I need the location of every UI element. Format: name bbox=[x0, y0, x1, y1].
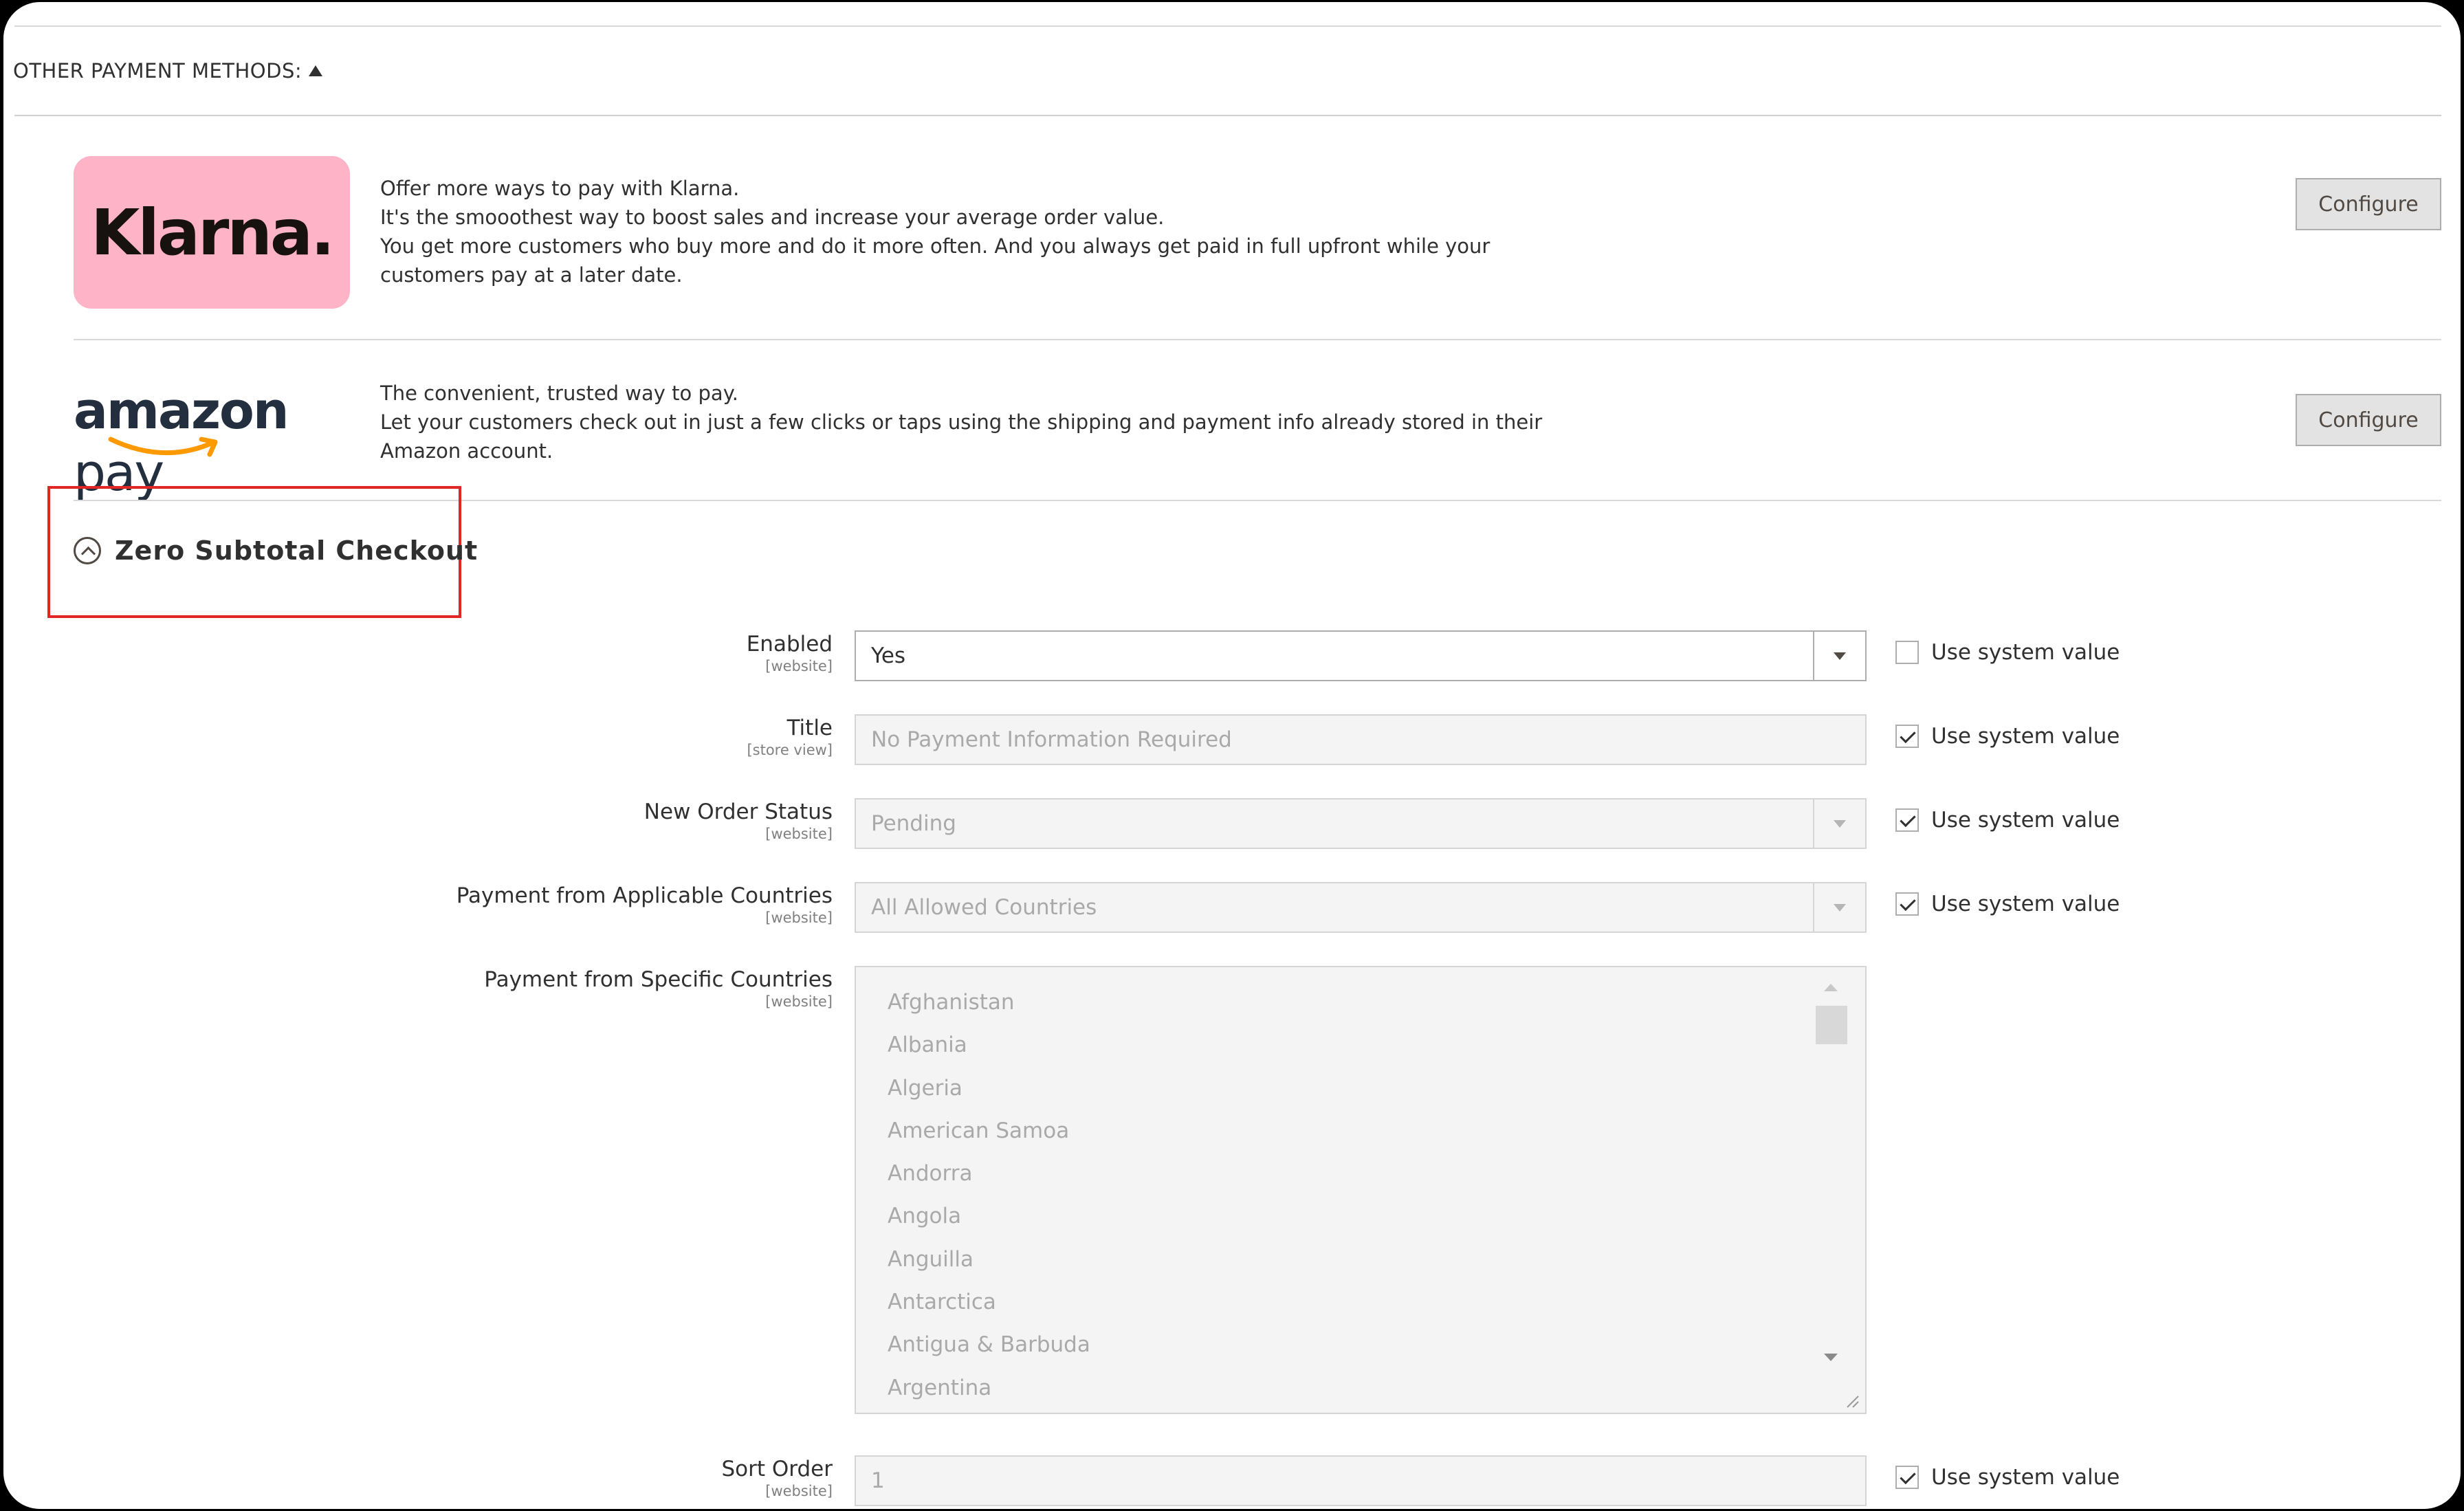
klarna-configure-button[interactable]: Configure bbox=[2296, 178, 2441, 230]
enabled-label: Enabled [website] bbox=[746, 632, 833, 674]
country-options: Afghanistan Albania Algeria American Sam… bbox=[888, 981, 1090, 1409]
sort-order-label: Sort Order [website] bbox=[721, 1457, 833, 1499]
enabled-row: Enabled [website] Yes Use system value bbox=[3, 630, 2461, 685]
top-divider bbox=[14, 25, 2441, 27]
enabled-dropdown-button[interactable] bbox=[1813, 632, 1865, 680]
collapse-circle-icon bbox=[74, 537, 101, 564]
sort-order-input[interactable]: 1 bbox=[855, 1455, 1867, 1506]
amazon-pay-logo: amazon pay bbox=[74, 382, 289, 503]
other-payment-methods-toggle[interactable]: OTHER PAYMENT METHODS: bbox=[13, 57, 323, 85]
list-item[interactable]: Albania bbox=[888, 1024, 1090, 1066]
new-order-status-select[interactable]: Pending bbox=[855, 798, 1867, 849]
sort-order-row: Sort Order [website] 1 Use system value bbox=[3, 1455, 2461, 1509]
applicable-countries-use-system-checkbox[interactable] bbox=[1895, 892, 1919, 916]
applicable-countries-select[interactable]: All Allowed Countries bbox=[855, 882, 1867, 933]
specific-countries-row: Payment from Specific Countries [website… bbox=[3, 966, 2461, 1417]
title-label: Title [store view] bbox=[747, 716, 833, 758]
scrollbar[interactable] bbox=[1813, 974, 1847, 1387]
scrollbar-thumb[interactable] bbox=[1816, 1006, 1847, 1044]
list-item[interactable]: Antarctica bbox=[888, 1281, 1090, 1323]
sort-order-use-system-checkbox[interactable] bbox=[1895, 1466, 1919, 1489]
new-order-status-use-system-checkbox[interactable] bbox=[1895, 808, 1919, 832]
applicable-countries-row: Payment from Applicable Countries [websi… bbox=[3, 882, 2461, 937]
method-divider bbox=[74, 339, 2441, 340]
collapse-arrow-icon bbox=[309, 65, 323, 76]
zero-subtotal-checkout-toggle[interactable]: Zero Subtotal Checkout bbox=[74, 531, 478, 570]
section-title: OTHER PAYMENT METHODS: bbox=[13, 59, 302, 82]
scroll-down-icon[interactable] bbox=[1824, 1354, 1838, 1361]
new-order-status-use-system-value[interactable]: Use system value bbox=[1895, 808, 2120, 832]
new-order-status-label: New Order Status [website] bbox=[644, 799, 833, 842]
list-item[interactable]: Afghanistan bbox=[888, 981, 1090, 1024]
scroll-up-icon[interactable] bbox=[1824, 984, 1838, 991]
title-use-system-checkbox[interactable] bbox=[1895, 725, 1919, 748]
amazon-smile-icon bbox=[108, 437, 218, 457]
title-row: Title [store view] No Payment Informatio… bbox=[3, 714, 2461, 769]
screenshot-frame: OTHER PAYMENT METHODS: Klarna. Offer mor… bbox=[1, 0, 2463, 1511]
klarna-description: Offer more ways to pay with Klarna. It's… bbox=[380, 177, 1490, 287]
list-item[interactable]: Andorra bbox=[888, 1152, 1090, 1195]
sort-order-use-system-value[interactable]: Use system value bbox=[1895, 1465, 2120, 1490]
applicable-countries-dropdown-button[interactable] bbox=[1813, 883, 1865, 931]
title-input[interactable]: No Payment Information Required bbox=[855, 714, 1867, 765]
title-use-system-value[interactable]: Use system value bbox=[1895, 724, 2120, 749]
amazon-pay-configure-button[interactable]: Configure bbox=[2296, 394, 2441, 446]
applicable-countries-use-system-value[interactable]: Use system value bbox=[1895, 892, 2120, 916]
enabled-select[interactable]: Yes bbox=[855, 630, 1867, 681]
klarna-method: Klarna. Offer more ways to pay with Klar… bbox=[74, 155, 2441, 340]
list-item[interactable]: American Samoa bbox=[888, 1110, 1090, 1152]
chevron-down-icon bbox=[1834, 652, 1846, 660]
amazon-pay-description: The convenient, trusted way to pay. Let … bbox=[380, 382, 1543, 463]
new-order-status-dropdown-button[interactable] bbox=[1813, 799, 1865, 848]
list-item[interactable]: Anguilla bbox=[888, 1238, 1090, 1281]
specific-countries-multiselect[interactable]: Afghanistan Albania Algeria American Sam… bbox=[855, 966, 1867, 1414]
klarna-logo: Klarna. bbox=[74, 156, 350, 309]
applicable-countries-label: Payment from Applicable Countries [websi… bbox=[456, 883, 833, 926]
chevron-down-icon bbox=[1834, 903, 1846, 912]
resize-handle-icon[interactable] bbox=[1845, 1393, 1860, 1409]
specific-countries-label: Payment from Specific Countries [website… bbox=[484, 967, 833, 1010]
enabled-use-system-checkbox[interactable] bbox=[1895, 641, 1919, 664]
new-order-status-row: New Order Status [website] Pending Use s… bbox=[3, 798, 2461, 853]
zero-subtotal-checkout-title: Zero Subtotal Checkout bbox=[115, 536, 478, 566]
amazon-pay-method: amazon pay The convenient, trusted way t… bbox=[74, 360, 2441, 503]
enabled-use-system-value[interactable]: Use system value bbox=[1895, 640, 2120, 665]
section-divider bbox=[14, 115, 2441, 116]
list-item[interactable]: Antigua & Barbuda bbox=[888, 1323, 1090, 1366]
list-item[interactable]: Algeria bbox=[888, 1067, 1090, 1110]
chevron-down-icon bbox=[1834, 819, 1846, 828]
list-item[interactable]: Argentina bbox=[888, 1367, 1090, 1409]
list-item[interactable]: Angola bbox=[888, 1195, 1090, 1237]
